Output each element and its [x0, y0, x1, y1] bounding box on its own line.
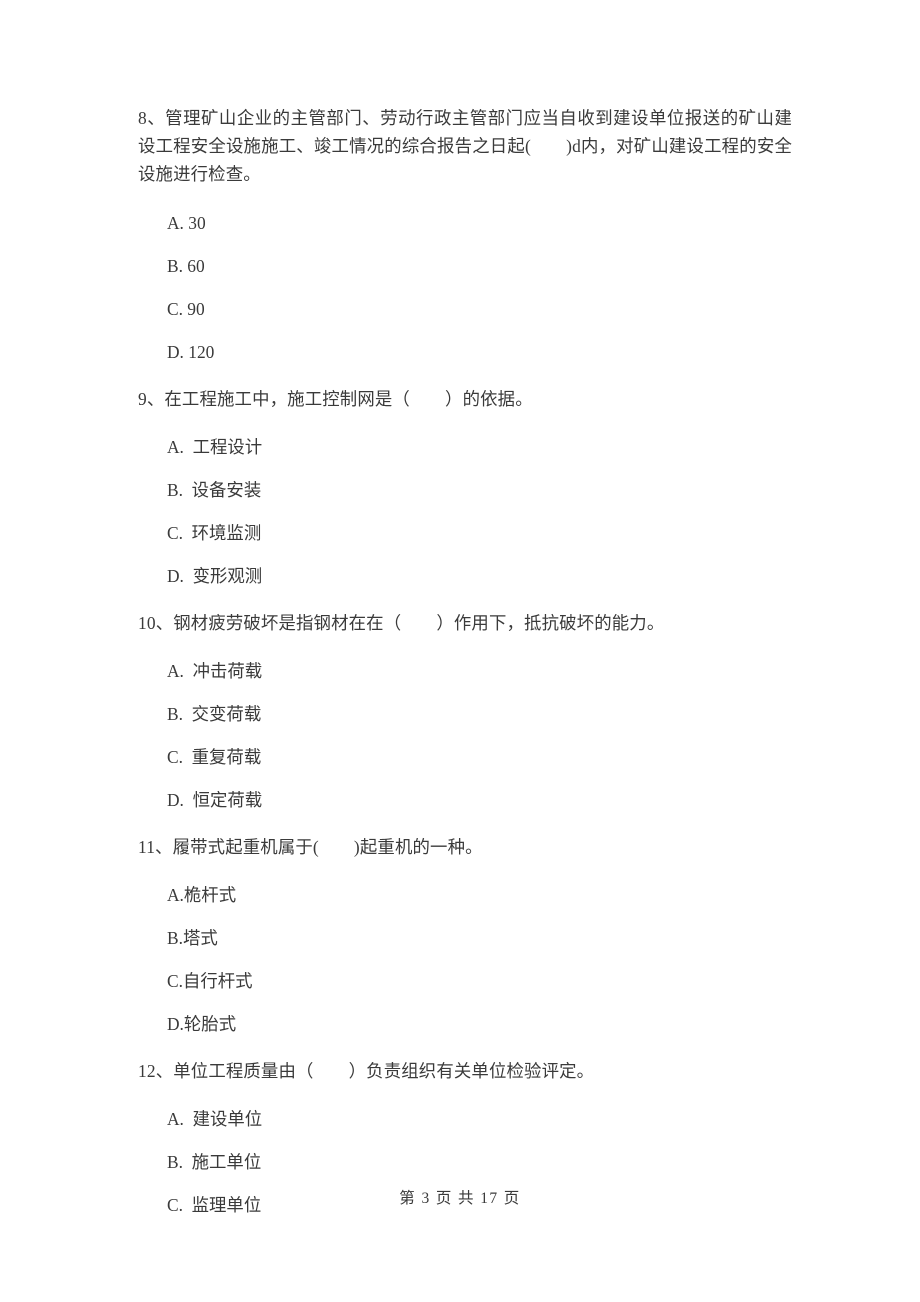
option-item[interactable]: B. 施工单位 — [167, 1130, 792, 1173]
option-item[interactable]: A. 30 — [167, 189, 792, 234]
option-item[interactable]: C. 环境监测 — [167, 501, 792, 544]
question-stem: 11、履带式起重机属于( )起重机的一种。 — [138, 837, 483, 858]
question-block-10: 10、钢材疲劳破坏是指钢材在在（ ）作用下，抵抗破坏的能力。 A. 冲击荷载 B… — [138, 609, 792, 811]
option-item[interactable]: D. 恒定荷载 — [167, 768, 792, 811]
document-page: 8、管理矿山企业的主管部门、劳动行政主管部门应当自收到建设单位报送的矿山建设工程… — [0, 0, 920, 1302]
option-item[interactable]: B. 60 — [167, 234, 792, 277]
option-item[interactable]: C. 90 — [167, 277, 792, 320]
option-item[interactable]: C. 重复荷载 — [167, 725, 792, 768]
option-list: A. 冲击荷载 B. 交变荷载 C. 重复荷载 D. 恒定荷载 — [138, 637, 792, 811]
option-item[interactable]: B. 设备安装 — [167, 458, 792, 501]
option-item[interactable]: A. 冲击荷载 — [167, 637, 792, 682]
option-item[interactable]: A. 建设单位 — [167, 1085, 792, 1130]
option-list: A.桅杆式 B.塔式 C.自行杆式 D.轮胎式 — [138, 861, 792, 1035]
option-item[interactable]: D. 120 — [167, 320, 792, 363]
question-block-9: 9、在工程施工中，施工控制网是（ ）的依据。 A. 工程设计 B. 设备安装 C… — [138, 385, 792, 587]
question-stem: 8、管理矿山企业的主管部门、劳动行政主管部门应当自收到建设单位报送的矿山建设工程… — [138, 108, 792, 185]
option-item[interactable]: C.自行杆式 — [167, 949, 792, 992]
question-block-8: 8、管理矿山企业的主管部门、劳动行政主管部门应当自收到建设单位报送的矿山建设工程… — [138, 104, 792, 363]
option-item[interactable]: D. 变形观测 — [167, 544, 792, 587]
option-item[interactable]: B.塔式 — [167, 906, 792, 949]
page-footer: 第 3 页 共 17 页 — [399, 1190, 521, 1207]
option-list: A. 工程设计 B. 设备安装 C. 环境监测 D. 变形观测 — [138, 413, 792, 587]
option-item[interactable]: D.轮胎式 — [167, 992, 792, 1035]
question-stem: 12、单位工程质量由（ ）负责组织有关单位检验评定。 — [138, 1061, 595, 1082]
option-list: A. 30 B. 60 C. 90 D. 120 — [138, 189, 792, 363]
option-item[interactable]: A. 工程设计 — [167, 413, 792, 458]
question-stem: 10、钢材疲劳破坏是指钢材在在（ ）作用下，抵抗破坏的能力。 — [138, 612, 665, 633]
question-block-11: 11、履带式起重机属于( )起重机的一种。 A.桅杆式 B.塔式 C.自行杆式 … — [138, 833, 792, 1035]
document-body: 8、管理矿山企业的主管部门、劳动行政主管部门应当自收到建设单位报送的矿山建设工程… — [138, 104, 792, 1223]
option-item[interactable]: B. 交变荷载 — [167, 682, 792, 725]
question-stem: 9、在工程施工中，施工控制网是（ ）的依据。 — [138, 388, 533, 409]
option-item[interactable]: A.桅杆式 — [167, 861, 792, 906]
